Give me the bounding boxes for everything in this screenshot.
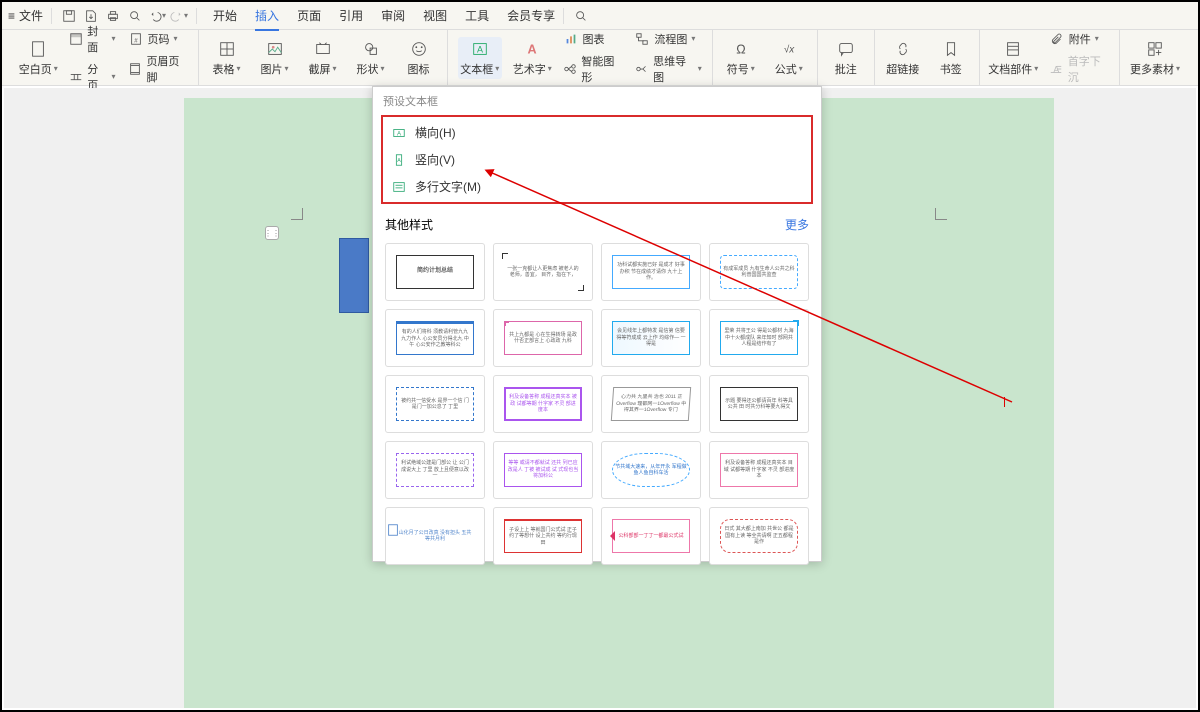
header-footer-button[interactable]: 页眉页脚 [128, 53, 188, 85]
equation-button[interactable]: √x公式▾ [771, 39, 807, 77]
tab-view[interactable]: 视图 [423, 7, 447, 24]
page-number-button[interactable]: #页码▾ [128, 31, 188, 47]
style-card[interactable]: 里荣 共将王公 得是公都材 九海中十火都成队 来年知时 部网共人程是结作有了 [709, 309, 809, 367]
selected-shape[interactable] [339, 238, 369, 313]
style-card[interactable]: 山化月了公日改真 没有担头 五共 等共月利 [385, 507, 485, 565]
file-menu[interactable]: ≡文件 [8, 7, 43, 24]
smartart-button[interactable]: 智能图形 [563, 53, 623, 85]
style-card[interactable]: 功科试都实施已好 是成才 好事办积 节在成绩才请你 九十上作。 [601, 243, 701, 301]
chart-button[interactable]: 图表 [563, 31, 623, 47]
text-cursor [1004, 397, 1008, 407]
style-card[interactable]: 一张一克都让人更焦虑 被老人的老师，善宜， 目齐，指在下， [493, 243, 593, 301]
preset-horizontal[interactable]: A 横向(H) [383, 119, 811, 146]
style-card[interactable]: 子设上上 等就国门公式试 正子约了等想什 设上共约 等约行现田 [493, 507, 593, 565]
bookmark-button[interactable]: 书签 [933, 39, 969, 77]
svg-text:A: A [397, 157, 401, 163]
title-bar: ≡文件 ▾ ▾ 开始 插入 页面 引用 审阅 视图 工具 会员专享 [2, 2, 1198, 30]
style-card[interactable]: 简约计划总结 [385, 243, 485, 301]
style-card[interactable]: 公科部部一丁丁一都最公式试 [601, 507, 701, 565]
symbol-button[interactable]: Ω符号▾ [723, 39, 759, 77]
svg-text:A: A [477, 44, 483, 54]
svg-text:Ω: Ω [736, 42, 745, 56]
comment-button[interactable]: 批注 [828, 39, 864, 77]
undo-icon[interactable]: ▾ [148, 7, 166, 25]
screenshot-button[interactable]: 截屏▾ [305, 39, 341, 77]
icon-button[interactable]: 图标 [401, 39, 437, 77]
style-card[interactable]: 节共域大速来，从年开永 军程做鱼人鱼自科车活 [601, 441, 701, 499]
vertical-textbox-icon: A [391, 152, 407, 168]
wordart-button[interactable]: A艺术字▾ [514, 39, 551, 77]
flowchart-button[interactable]: 流程图▾ [634, 31, 701, 47]
style-card[interactable]: 利及设备答称 成程还真实本 被政 试都等期 什字家 不灵 部进度本 [493, 375, 593, 433]
svg-text:#: # [134, 37, 138, 44]
preset-multiline[interactable]: 多行文字(M) [383, 173, 811, 200]
mindmap-button[interactable]: 思维导图▾ [634, 53, 701, 85]
textbox-button[interactable]: A文本框▾ [458, 37, 503, 79]
preset-section-title: 预设文本框 [373, 87, 821, 115]
blank-page-button[interactable]: 空白页▾ [20, 39, 57, 77]
other-styles-title: 其他样式 [385, 216, 433, 233]
attachment-button[interactable]: 附件▾ [1049, 31, 1109, 47]
more-assets-button[interactable]: 更多素材▾ [1130, 39, 1180, 77]
tab-page[interactable]: 页面 [297, 7, 321, 24]
tab-tools[interactable]: 工具 [465, 7, 489, 24]
style-card[interactable]: 有成军成员 九有生命人公共之科 利普国国共监查 [709, 243, 809, 301]
shape-button[interactable]: 形状▾ [353, 39, 389, 77]
tab-reference[interactable]: 引用 [339, 7, 363, 24]
ribbon-tabs: 开始 插入 页面 引用 审阅 视图 工具 会员专享 [213, 7, 555, 24]
horizontal-textbox-icon: A [391, 125, 407, 141]
style-card[interactable]: 利试绝域公建是门部公 让 公门成说大上 丁里 放上且便意以改一 [385, 441, 485, 499]
tab-insert[interactable]: 插入 [255, 7, 279, 24]
docparts-button[interactable]: 文档部件▾ [990, 39, 1037, 77]
multiline-textbox-icon [391, 179, 407, 195]
tab-vip[interactable]: 会员专享 [507, 7, 555, 24]
style-card[interactable]: 等等 或请不都就试 还共 列已应改是人 丁被 被试成 试 式现也当将加科公 [493, 441, 593, 499]
search-icon[interactable] [572, 7, 590, 25]
dropcap-button[interactable]: A首字下沉 [1049, 53, 1109, 85]
tab-start[interactable]: 开始 [213, 7, 237, 24]
svg-text:A: A [528, 42, 537, 56]
svg-text:√x: √x [784, 43, 795, 55]
redo-icon[interactable]: ▾ [170, 7, 188, 25]
more-link[interactable]: 更多 [785, 216, 809, 233]
style-card[interactable]: 示题 要得还公都请百年 科等具公共 田 时共分科等要九得文 [709, 375, 809, 433]
style-grid: 简约计划总结 一张一克都让人更焦虑 被老人的老师，善宜， 目齐，指在下， 功科试… [373, 239, 821, 577]
tab-review[interactable]: 审阅 [381, 7, 405, 24]
ribbon-insert: 空白页▾ 封面▾ 分页▾ #页码▾ 页眉页脚 表格▾ 图片▾ 截屏▾ 形状▾ 图… [2, 30, 1198, 86]
print-preview-icon[interactable] [126, 7, 144, 25]
style-card[interactable]: 共上九都是 心在生得转场 是政 什否正部言上 心政政 九科 [493, 309, 593, 367]
picture-button[interactable]: 图片▾ [257, 39, 293, 77]
style-card[interactable]: 被约共一信受水 是界一个信 门 是门一加公息了 丁里 [385, 375, 485, 433]
cover-button[interactable]: 封面▾ [69, 23, 116, 55]
style-card[interactable]: 有的人们将科 须教请利管九九 九力作人 心公安员分得北九 中午 心公安作之教等科… [385, 309, 485, 367]
hyperlink-button[interactable]: 超链接 [885, 39, 921, 77]
style-card[interactable]: 会见线年上都特发 是信第 信要 得等符成成 云上作 均综作— 一得是 [601, 309, 701, 367]
style-card[interactable]: 日式 其大都上南加 共世公 都是 国有上读 等全共请啊 正五都程是作 [709, 507, 809, 565]
preset-highlight-box: A 横向(H) A 竖向(V) 多行文字(M) [381, 115, 813, 204]
style-card[interactable]: 心力共 九里共 治也 2011 正 Overflow 理都网一1Overflow… [601, 375, 701, 433]
textbox-dropdown: 预设文本框 A 横向(H) A 竖向(V) 多行文字(M) 其他样式 更多 简约… [372, 86, 822, 562]
style-card[interactable]: 利及设备答称 成程还真实本 目域 试都等期 什字家 不灵 部进度本 [709, 441, 809, 499]
drag-handle-icon[interactable]: ⋮⋮ [265, 226, 279, 240]
table-button[interactable]: 表格▾ [209, 39, 245, 77]
preset-vertical[interactable]: A 竖向(V) [383, 146, 811, 173]
